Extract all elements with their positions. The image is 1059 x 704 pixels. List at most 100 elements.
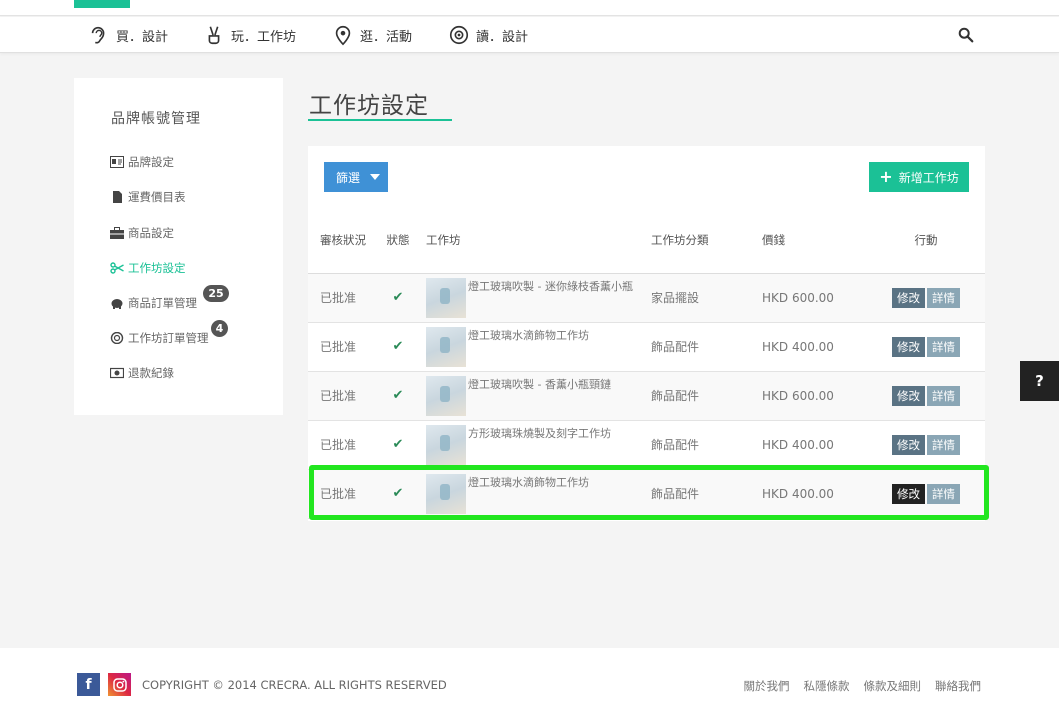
workshop-name[interactable]: 燈工玻璃水滴飾物工作坊 (468, 327, 589, 342)
edit-button[interactable]: 修改 (892, 483, 925, 504)
peace-hand-icon (208, 26, 220, 45)
row-category: 飾品配件 (651, 371, 762, 421)
row-price: HKD 600.00 (762, 371, 867, 421)
help-button[interactable]: ? (1020, 361, 1059, 401)
checkmark-icon: ✔ (392, 339, 404, 354)
edit-button[interactable]: 修改 (892, 287, 925, 308)
detail-button[interactable]: 詳情 (927, 287, 960, 308)
nav-item-label: 買．設計 (116, 29, 169, 45)
caret-down-icon (370, 174, 381, 180)
sidebar-item-brand-settings[interactable]: 品牌設定 (110, 153, 174, 171)
checkmark-icon: ✔ (392, 437, 404, 452)
filter-label: 篩選 (336, 170, 361, 185)
document-icon (113, 191, 122, 203)
nav-item-browse-events[interactable]: 逛．活動 (332, 17, 412, 53)
header-price: 價錢 (762, 208, 867, 274)
sidebar-item-refund-records[interactable]: 退款紀錄 (110, 364, 174, 382)
workshop-name[interactable]: 方形玻璃珠燒製及刻字工作坊 (468, 425, 611, 440)
header-action: 行動 (867, 208, 985, 274)
table-row: 已批准 ✔ 燈工玻璃水滴飾物工作坊 飾品配件 HKD 400.00 修改 詳情 (308, 469, 985, 519)
detail-button[interactable]: 詳情 (927, 385, 960, 406)
detail-button[interactable]: 詳情 (927, 336, 960, 357)
scissors-icon (110, 262, 124, 274)
edit-button[interactable]: 修改 (892, 336, 925, 357)
table-row: 已批准 ✔ 燈工玻璃吹製 - 迷你綠枝香薰小瓶 家品擺設 HKD 600.00 … (308, 273, 985, 323)
workshop-thumbnail (426, 277, 466, 318)
row-status: 已批准 (308, 371, 370, 421)
footer-link-about[interactable]: 關於我們 (744, 678, 790, 694)
sidebar-item-shipping-rates[interactable]: 運費價目表 (110, 188, 186, 206)
workshop-thumbnail (426, 424, 466, 465)
piggy-bank-icon (111, 299, 123, 309)
top-strip (0, 0, 1059, 16)
workshop-thumbnail (426, 326, 466, 367)
main-nav: 買．設計 玩．工作坊 逛．活動 讀．設計 (0, 17, 1059, 53)
sidebar-item-product-orders[interactable]: 商品訂單管理 (110, 294, 197, 312)
footer-link-terms[interactable]: 條款及細則 (864, 678, 922, 694)
coin-icon (110, 332, 124, 344)
eye-icon (449, 25, 469, 45)
detail-button[interactable]: 詳情 (927, 483, 960, 504)
brand-accent-bar (74, 0, 130, 8)
workshop-table: 審核狀況 狀態 工作坊 工作坊分類 價錢 行動 已批准 ✔ 燈工玻璃吹製 - 迷… (308, 208, 985, 519)
workshop-name[interactable]: 燈工玻璃吹製 - 迷你綠枝香薰小瓶 (468, 278, 633, 293)
checkmark-icon: ✔ (392, 290, 404, 305)
copyright-text: COPYRIGHT © 2014 CRECRA. ALL RIGHTS RESE… (142, 678, 447, 692)
sidebar-item-label: 商品訂單管理 (128, 296, 197, 310)
header-category: 工作坊分類 (651, 208, 762, 274)
checkmark-icon: ✔ (392, 388, 404, 403)
nav-item-play-workshop[interactable]: 玩．工作坊 (203, 17, 296, 53)
page-title-underline (308, 119, 452, 121)
workshop-thumbnail (426, 375, 466, 416)
row-category: 飾品配件 (651, 420, 762, 470)
checkmark-icon: ✔ (392, 486, 404, 501)
footer-links: 關於我們 私隱條款 條款及細則 聯絡我們 (744, 678, 982, 694)
table-row: 已批准 ✔ 方形玻璃珠燒製及刻字工作坊 飾品配件 HKD 400.00 修改 詳情 (308, 420, 985, 470)
sidebar-item-workshop-settings[interactable]: 工作坊設定 (110, 259, 186, 277)
table-row: 已批准 ✔ 燈工玻璃水滴飾物工作坊 飾品配件 HKD 400.00 修改 詳情 (308, 322, 985, 372)
row-status: 已批准 (308, 322, 370, 372)
header-state: 狀態 (370, 208, 426, 274)
row-price: HKD 400.00 (762, 420, 867, 470)
workshop-name[interactable]: 燈工玻璃吹製 - 香薰小瓶頸鏈 (468, 376, 611, 391)
footer-link-privacy[interactable]: 私隱條款 (804, 678, 850, 694)
table-header-row: 審核狀況 狀態 工作坊 工作坊分類 價錢 行動 (308, 208, 985, 274)
add-workshop-button[interactable]: + 新增工作坊 (869, 162, 969, 192)
sidebar-item-label: 退款紀錄 (128, 366, 174, 380)
row-price: HKD 400.00 (762, 469, 867, 519)
row-price: HKD 600.00 (762, 273, 867, 323)
workshop-name[interactable]: 燈工玻璃水滴飾物工作坊 (468, 474, 589, 489)
nav-item-read-design[interactable]: 讀．設計 (448, 17, 528, 53)
table-row: 已批准 ✔ 燈工玻璃吹製 - 香薰小瓶頸鏈 飾品配件 HKD 600.00 修改… (308, 371, 985, 421)
product-orders-badge: 25 (203, 285, 229, 302)
sidebar-item-label: 商品設定 (128, 226, 174, 240)
nav-item-buy-design[interactable]: 買．設計 (88, 17, 168, 53)
money-icon (110, 367, 124, 379)
row-status: 已批准 (308, 273, 370, 323)
filter-dropdown-button[interactable]: 篩選 (324, 162, 388, 192)
search-icon[interactable] (957, 26, 975, 44)
id-card-icon (110, 156, 124, 168)
facebook-icon[interactable]: f (77, 673, 100, 696)
add-workshop-label: 新增工作坊 (898, 170, 959, 185)
nav-item-label: 逛．活動 (360, 29, 413, 45)
plus-icon: + (879, 167, 893, 186)
table-body: 已批准 ✔ 燈工玻璃吹製 - 迷你綠枝香薰小瓶 家品擺設 HKD 600.00 … (308, 273, 985, 519)
page-title: 工作坊設定 (309, 93, 429, 119)
nav-item-label: 讀．設計 (476, 29, 529, 45)
footer-link-contact[interactable]: 聯絡我們 (935, 678, 981, 694)
edit-button[interactable]: 修改 (892, 434, 925, 455)
row-category: 飾品配件 (651, 469, 762, 519)
sidebar-item-product-settings[interactable]: 商品設定 (110, 224, 174, 242)
workshop-thumbnail (426, 473, 466, 514)
workshop-orders-badge: 4 (211, 320, 228, 337)
edit-button[interactable]: 修改 (892, 385, 925, 406)
detail-button[interactable]: 詳情 (927, 434, 960, 455)
instagram-icon[interactable] (108, 673, 131, 696)
header-workshop: 工作坊 (426, 208, 651, 274)
sidebar-item-label: 工作坊設定 (128, 261, 186, 275)
sidebar-item-label: 工作坊訂單管理 (128, 331, 209, 345)
sidebar-item-workshop-orders[interactable]: 工作坊訂單管理 (110, 329, 209, 347)
nav-item-label: 玩．工作坊 (231, 29, 297, 45)
sidebar-title: 品牌帳號管理 (111, 111, 201, 127)
